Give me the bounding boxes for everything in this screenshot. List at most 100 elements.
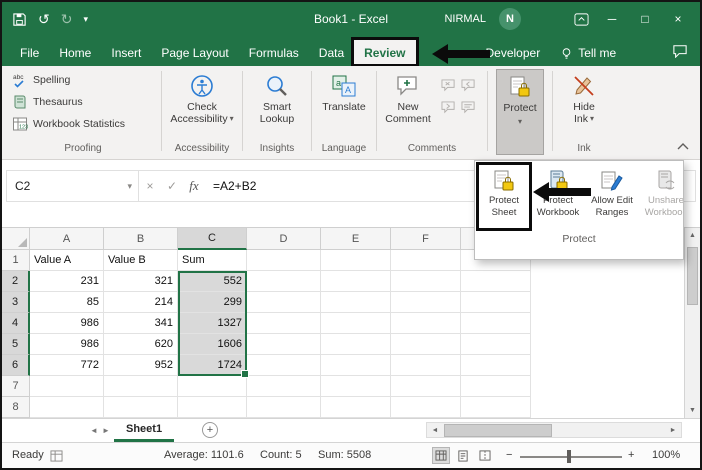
cell-E5[interactable] (321, 334, 391, 355)
macro-record-icon[interactable] (50, 450, 63, 465)
page-layout-view-icon[interactable] (454, 447, 472, 464)
cell-C3[interactable]: 299 (178, 292, 247, 313)
cell-D7[interactable] (247, 376, 321, 397)
zoom-slider-thumb[interactable] (567, 450, 571, 463)
cell-F3[interactable] (391, 292, 461, 313)
vertical-scrollbar[interactable]: ▲ ▼ (684, 228, 700, 418)
cell-F6[interactable] (391, 355, 461, 376)
cell-A8[interactable] (30, 397, 104, 418)
select-all-corner[interactable] (2, 228, 30, 250)
cell-C4[interactable]: 1327 (178, 313, 247, 334)
cell-G6[interactable] (461, 355, 531, 376)
cell-E3[interactable] (321, 292, 391, 313)
cell-E2[interactable] (321, 271, 391, 292)
row-header-5[interactable]: 5 (2, 334, 30, 355)
normal-view-icon[interactable] (432, 447, 450, 464)
workbook-statistics-button[interactable]: 123 Workbook Statistics (8, 113, 158, 135)
cell-G2[interactable] (461, 271, 531, 292)
allow-edit-ranges-button[interactable]: Allow Edit Ranges (586, 165, 638, 231)
protect-button[interactable]: Protect ▾ (496, 69, 544, 155)
row-header-8[interactable]: 8 (2, 397, 30, 418)
cell-A2[interactable]: 231 (30, 271, 104, 292)
collapse-ribbon-icon[interactable] (676, 142, 690, 151)
account-name[interactable]: NIRMAL (444, 13, 486, 25)
scroll-down-icon[interactable]: ▼ (685, 403, 700, 418)
minimize-button[interactable]: ─ (602, 12, 622, 26)
delete-comment-icon[interactable] (438, 75, 458, 97)
cell-F8[interactable] (391, 397, 461, 418)
cancel-entry-icon[interactable]: × (139, 179, 161, 193)
cell-D3[interactable] (247, 292, 321, 313)
tab-data[interactable]: Data (309, 40, 354, 66)
row-header-7[interactable]: 7 (2, 376, 30, 397)
check-accessibility-button[interactable]: Check Accessibility▾ (174, 69, 230, 125)
name-box-caret-icon[interactable]: ▾ (127, 181, 138, 192)
cell-F2[interactable] (391, 271, 461, 292)
tab-file[interactable]: File (10, 40, 49, 66)
sheet-scroll-right-icon[interactable]: ► (102, 419, 110, 442)
tab-review[interactable]: Review (354, 40, 415, 66)
close-button[interactable]: × (668, 12, 688, 26)
comments-bubble-icon[interactable] (672, 44, 688, 58)
sheet-scroll-left-icon[interactable]: ◄ (90, 419, 98, 442)
cell-B3[interactable]: 214 (104, 292, 178, 313)
cell-C8[interactable] (178, 397, 247, 418)
cell-D8[interactable] (247, 397, 321, 418)
cell-E7[interactable] (321, 376, 391, 397)
vertical-scroll-thumb[interactable] (687, 247, 698, 305)
cell-C7[interactable] (178, 376, 247, 397)
cell-C2[interactable]: 552 (178, 271, 247, 292)
cell-F7[interactable] (391, 376, 461, 397)
new-comment-button[interactable]: New Comment (380, 69, 436, 125)
cell-B1[interactable]: Value B (104, 250, 178, 271)
cell-E4[interactable] (321, 313, 391, 334)
cell-G8[interactable] (461, 397, 531, 418)
avatar[interactable]: N (499, 8, 521, 30)
cell-B4[interactable]: 341 (104, 313, 178, 334)
cell-E6[interactable] (321, 355, 391, 376)
scroll-right-icon[interactable]: ► (665, 427, 681, 434)
zoom-slider[interactable] (520, 456, 622, 458)
maximize-button[interactable]: □ (635, 12, 655, 26)
protect-sheet-button[interactable]: Protect Sheet (478, 165, 530, 231)
cell-B8[interactable] (104, 397, 178, 418)
cell-C5[interactable]: 1606 (178, 334, 247, 355)
spelling-button[interactable]: abc Spelling (8, 69, 158, 91)
column-header-E[interactable]: E (321, 228, 391, 250)
cell-A6[interactable]: 772 (30, 355, 104, 376)
page-break-view-icon[interactable] (476, 447, 494, 464)
redo-icon[interactable]: ↻ (61, 12, 73, 26)
zoom-in-icon[interactable]: + (628, 449, 634, 461)
new-sheet-button[interactable]: + (202, 422, 218, 438)
show-comments-icon[interactable] (458, 97, 478, 119)
scroll-left-icon[interactable]: ◄ (427, 427, 443, 434)
cell-G7[interactable] (461, 376, 531, 397)
cell-B5[interactable]: 620 (104, 334, 178, 355)
cell-F4[interactable] (391, 313, 461, 334)
cell-D5[interactable] (247, 334, 321, 355)
row-header-6[interactable]: 6 (2, 355, 30, 376)
cell-B2[interactable]: 321 (104, 271, 178, 292)
horizontal-scroll-thumb[interactable] (444, 424, 552, 437)
cell-E1[interactable] (321, 250, 391, 271)
tab-formulas[interactable]: Formulas (239, 40, 309, 66)
cell-C6[interactable]: 1724 (178, 355, 247, 376)
cell-B6[interactable]: 952 (104, 355, 178, 376)
cell-D2[interactable] (247, 271, 321, 292)
horizontal-scrollbar[interactable]: ◄ ► (426, 422, 682, 438)
cell-A5[interactable]: 986 (30, 334, 104, 355)
row-header-2[interactable]: 2 (2, 271, 30, 292)
cell-A7[interactable] (30, 376, 104, 397)
row-header-3[interactable]: 3 (2, 292, 30, 313)
insert-function-icon[interactable]: fx (183, 178, 205, 194)
smart-lookup-button[interactable]: Smart Lookup (249, 69, 305, 125)
cell-F1[interactable] (391, 250, 461, 271)
column-header-C[interactable]: C (178, 228, 247, 250)
tab-page-layout[interactable]: Page Layout (151, 40, 238, 66)
previous-comment-icon[interactable] (458, 75, 478, 97)
tab-home[interactable]: Home (49, 40, 101, 66)
name-box[interactable]: C2 ▾ (7, 171, 139, 201)
cell-D6[interactable] (247, 355, 321, 376)
cell-E8[interactable] (321, 397, 391, 418)
cell-B7[interactable] (104, 376, 178, 397)
